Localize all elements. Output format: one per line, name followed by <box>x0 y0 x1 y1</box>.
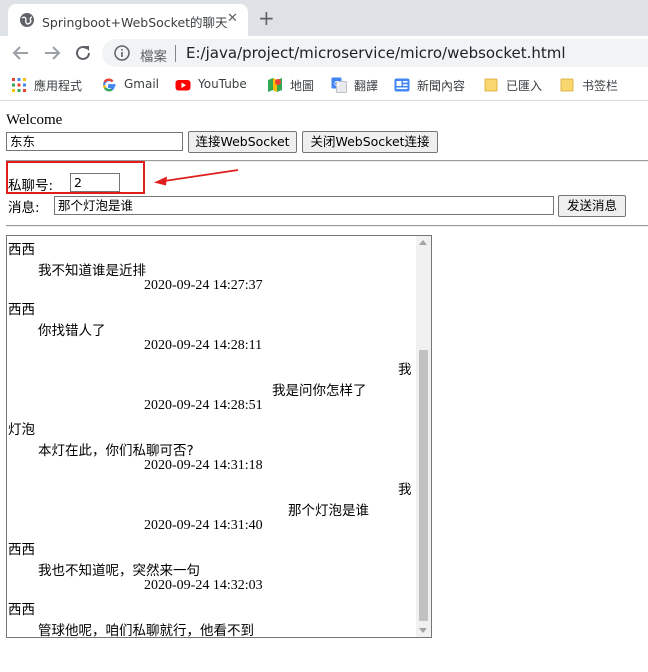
bookmark-label: Gmail <box>124 77 160 91</box>
reload-icon[interactable] <box>72 42 94 64</box>
send-message-button[interactable]: 发送消息 <box>558 195 626 217</box>
annotation-red-arrow <box>154 169 239 186</box>
bookmark-label: 應用程式 <box>34 79 83 93</box>
message-sender: 西西 <box>8 542 35 558</box>
bookmark-label: 地圖 <box>290 79 315 93</box>
address-bar[interactable]: 檔案 E:/java/project/microservice/micro/we… <box>102 39 648 67</box>
connect-websocket-button[interactable]: 连接WebSocket <box>188 131 297 153</box>
message-time: 2020-09-24 14:31:40 <box>144 518 263 533</box>
address-separator <box>175 45 176 62</box>
private-chat-label: 私聊号: <box>8 178 54 194</box>
folder-icon <box>560 78 574 92</box>
new-tab-button[interactable]: + <box>258 6 275 30</box>
site-info-label[interactable]: 檔案 <box>140 45 167 65</box>
back-arrow-icon[interactable] <box>10 42 32 64</box>
message-sender: 西西 <box>8 242 35 258</box>
message-log[interactable]: 西西 我不知道谁是近排 2020-09-24 14:27:37 西西 你找错人了… <box>6 235 432 638</box>
message-time: 2020-09-24 14:32:03 <box>144 578 263 593</box>
bookmark-label: YouTube <box>198 77 247 91</box>
message-sender: 西西 <box>8 302 35 318</box>
message-label: 消息: <box>8 200 40 216</box>
bookmark-label: 新聞內容 <box>417 79 466 93</box>
bookmark-label: 书签栏 <box>582 79 619 93</box>
globe-icon <box>20 13 34 27</box>
message-log-scrollbar[interactable] <box>416 236 431 637</box>
message-sender: 灯泡 <box>8 422 35 438</box>
tab-title: Springboot+WebSocket的聊天 <box>42 15 228 30</box>
google-icon <box>103 78 116 92</box>
bookmarks-bar: 應用程式 Gmail YouTube 地圖 G 翻譯 新聞內容 已匯入 书签栏 <box>0 70 648 101</box>
message-time: 2020-09-24 14:28:11 <box>144 338 263 353</box>
message-time: 2020-09-24 14:27:37 <box>144 278 263 293</box>
svg-text:G: G <box>334 80 339 88</box>
message-sender: 我 <box>398 362 412 378</box>
message-text: 我不知道谁是近排 <box>38 263 146 279</box>
translate-icon: G <box>331 77 347 93</box>
scroll-up-arrow-icon[interactable] <box>419 240 427 245</box>
youtube-icon <box>175 80 191 91</box>
folder-icon <box>484 78 498 92</box>
message-time: 2020-09-24 14:31:18 <box>144 458 263 473</box>
forward-arrow-icon[interactable] <box>41 42 63 64</box>
info-icon[interactable] <box>114 45 130 61</box>
url-text[interactable]: E:/java/project/microservice/micro/webso… <box>186 44 566 62</box>
welcome-text: Welcome <box>6 112 63 128</box>
apps-grid-icon <box>12 78 26 92</box>
scroll-down-arrow-icon[interactable] <box>419 628 427 633</box>
message-text: 管球他呢，咱们私聊就行，他看不到 <box>38 623 254 638</box>
news-icon <box>394 78 410 92</box>
browser-tab[interactable]: Springboot+WebSocket的聊天 ✕ <box>8 4 248 36</box>
bookmark-label: 已匯入 <box>506 79 543 93</box>
username-input[interactable]: 东东 <box>6 132 183 151</box>
message-text: 那个灯泡是谁 <box>288 503 369 519</box>
bookmark-label: 翻譯 <box>354 79 379 93</box>
tab-close-icon[interactable]: ✕ <box>227 11 238 26</box>
divider-bottom <box>6 225 648 227</box>
message-sender: 西西 <box>8 602 35 618</box>
scrollbar-thumb[interactable] <box>419 350 428 621</box>
close-websocket-button[interactable]: 关闭WebSocket连接 <box>302 131 438 153</box>
message-text: 我也不知道呢，突然来一句 <box>38 563 200 579</box>
message-text: 本灯在此，你们私聊可否? <box>38 443 194 459</box>
message-text: 我是问你怎样了 <box>272 383 367 399</box>
browser-tab-strip: Springboot+WebSocket的聊天 ✕ + <box>0 0 648 36</box>
message-sender: 我 <box>398 482 412 498</box>
private-chat-id-input[interactable]: 2 <box>70 173 120 192</box>
message-input[interactable]: 那个灯泡是谁 <box>54 196 554 215</box>
browser-toolbar: 檔案 E:/java/project/microservice/micro/we… <box>0 36 648 70</box>
message-text: 你找错人了 <box>38 323 106 339</box>
maps-icon <box>268 78 282 92</box>
message-time: 2020-09-24 14:28:51 <box>144 398 263 413</box>
